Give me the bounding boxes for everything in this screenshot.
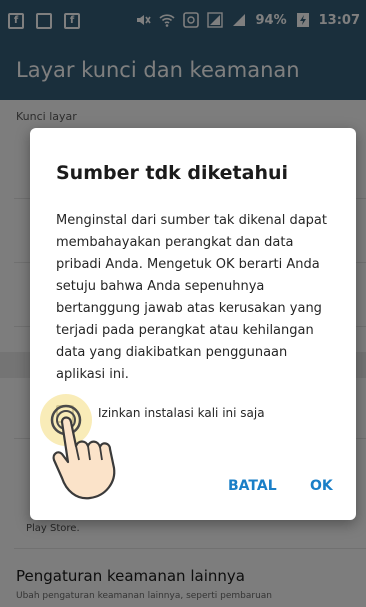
dialog-message: Menginstal dari sumber tak dikenal dapat…	[56, 213, 327, 382]
ok-button[interactable]: OK	[310, 478, 333, 494]
dialog-title: Sumber tdk diketahui	[56, 162, 289, 184]
tap-hand-icon	[40, 394, 116, 500]
cancel-button[interactable]: BATAL	[228, 478, 277, 494]
